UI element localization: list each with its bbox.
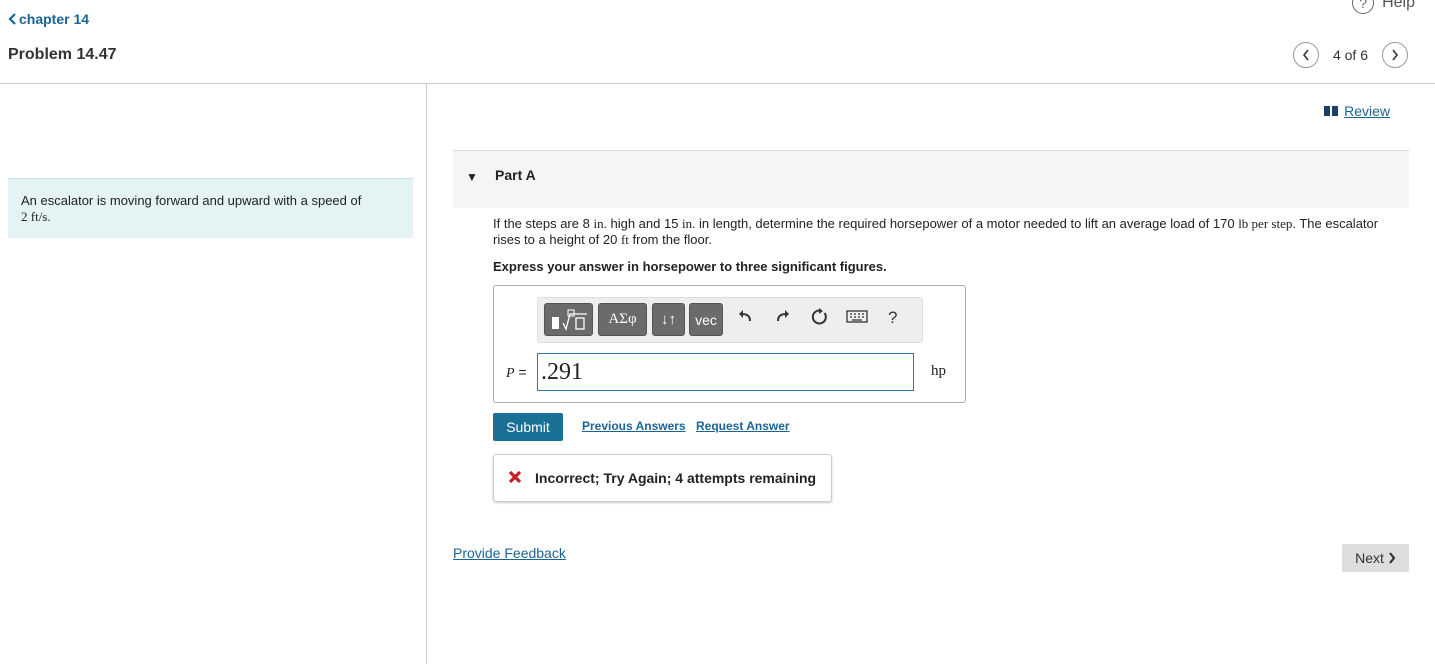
keyboard-icon[interactable] [846, 308, 868, 329]
error-x-icon [508, 467, 522, 490]
previous-problem-button[interactable] [1292, 42, 1319, 68]
unit-lb-per-step: lb per step [1238, 216, 1293, 231]
templates-button[interactable] [544, 303, 593, 336]
unit-feet: ft [620, 232, 629, 247]
header-divider [0, 83, 1435, 84]
vector-button[interactable]: vec [689, 303, 723, 336]
intro-text: An escalator is moving forward and upwar… [21, 193, 362, 208]
greek-symbols-button[interactable]: ΑΣφ [598, 303, 647, 336]
subscript-superscript-button[interactable]: ↓↑ [652, 303, 685, 336]
question-segment: in length, determine the required horsep… [699, 216, 1235, 231]
redo-icon[interactable] [775, 308, 791, 329]
book-icon [1324, 106, 1339, 116]
math-toolbar: ΑΣφ ↓↑ vec ? [537, 297, 923, 343]
unit-inches: in. [593, 216, 607, 231]
request-answer-link[interactable]: Request Answer [696, 419, 790, 433]
question-segment: If the steps are 8 [493, 216, 590, 231]
answer-label: P = [506, 364, 527, 382]
question-text: If the steps are 8 in. high and 15 in. i… [493, 216, 1408, 248]
problem-intro: An escalator is moving forward and upwar… [8, 178, 413, 238]
reset-icon[interactable] [811, 308, 829, 331]
review-label: Review [1344, 103, 1390, 119]
question-segment: from the floor. [632, 232, 712, 247]
caret-down-icon: ▼ [466, 170, 478, 184]
answer-variable: P [506, 366, 515, 381]
answer-entry-box: ΑΣφ ↓↑ vec ? P = .291 hp [493, 285, 966, 403]
back-to-chapter-link[interactable]: chapter 14 [8, 11, 89, 27]
next-button[interactable]: Next [1342, 544, 1409, 572]
part-a-header[interactable]: ▼ Part A [453, 150, 1409, 208]
provide-feedback-link[interactable]: Provide Feedback [453, 545, 566, 561]
fraction-root-icon [551, 309, 587, 331]
chevron-left-icon [8, 13, 16, 25]
problem-title: Problem 14.47 [8, 46, 117, 63]
answer-instruction: Express your answer in horsepower to thr… [493, 259, 887, 274]
pager-text: 4 of 6 [1332, 47, 1368, 63]
answer-unit: hp [931, 363, 946, 379]
submit-button[interactable]: Submit [493, 413, 563, 441]
chevron-right-icon [1392, 49, 1399, 61]
feedback-message: Incorrect; Try Again; 4 attempts remaini… [535, 470, 817, 486]
previous-answers-link[interactable]: Previous Answers [582, 419, 686, 433]
unit-inches: in. [682, 216, 696, 231]
review-link[interactable]: Review [1324, 103, 1390, 119]
answer-input[interactable]: .291 [537, 353, 914, 391]
question-segment: high and 15 [610, 216, 679, 231]
chevron-left-icon [1302, 49, 1309, 61]
back-link-label: chapter 14 [19, 11, 90, 27]
help-button[interactable]: ? Help [1352, 0, 1415, 14]
equals-sign: = [518, 364, 527, 380]
undo-icon[interactable] [737, 308, 753, 329]
help-label: Help [1382, 0, 1415, 11]
help-icon: ? [1352, 0, 1375, 14]
next-problem-button[interactable] [1382, 42, 1408, 68]
incorrect-feedback: Incorrect; Try Again; 4 attempts remaini… [493, 454, 832, 502]
problem-pager: 4 of 6 [1292, 42, 1408, 68]
intro-speed: 2 ft/s. [21, 209, 51, 224]
chevron-right-icon [1389, 552, 1396, 564]
panel-divider [426, 84, 427, 664]
part-title: Part A [495, 167, 536, 183]
math-help-icon[interactable]: ? [888, 308, 897, 328]
next-label: Next [1355, 550, 1384, 566]
